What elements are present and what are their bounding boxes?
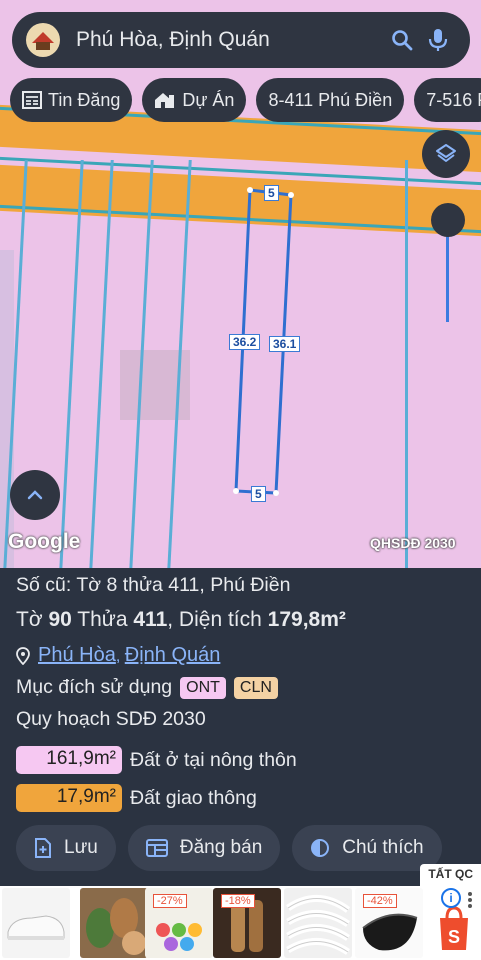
old-parcel-ref: Số cũ: Tờ 8 thửa 411, Phú Điền bbox=[16, 574, 291, 596]
location-separator: , bbox=[115, 648, 121, 665]
google-logo: Google bbox=[8, 530, 81, 553]
save-label: Lưu bbox=[64, 837, 98, 858]
discount-badge: -42% bbox=[363, 894, 397, 908]
filter-chips: Tin Đăng Dự Án 8-411 Phú Điền 7-516 P bbox=[10, 78, 481, 122]
chip-label: Tin Đăng bbox=[48, 89, 121, 110]
listing-icon bbox=[145, 839, 168, 857]
area-label: , Diện tích bbox=[167, 608, 262, 631]
ad-item[interactable] bbox=[284, 888, 352, 958]
sheet-label: Tờ bbox=[16, 608, 43, 631]
save-file-icon bbox=[35, 838, 51, 858]
post-sale-button[interactable]: Đăng bán bbox=[127, 825, 281, 871]
app-logo bbox=[26, 23, 60, 57]
edge-label-bottom: 5 bbox=[251, 486, 266, 502]
search-icon[interactable] bbox=[384, 22, 420, 58]
edge-label-right: 36.1 bbox=[269, 336, 301, 352]
expand-up-button[interactable] bbox=[10, 470, 60, 520]
chip-parcel-8-411[interactable]: 8-411 Phú Điền bbox=[256, 78, 405, 122]
newspaper-icon bbox=[22, 91, 42, 109]
location-pin-icon bbox=[16, 646, 30, 665]
area-label-traffic: Đất giao thông bbox=[130, 786, 257, 809]
purpose-row: Mục đích sử dụng ONT CLN bbox=[16, 676, 278, 699]
contrast-icon bbox=[311, 839, 330, 857]
edge-label-left: 36.2 bbox=[229, 334, 261, 350]
house-icon bbox=[155, 93, 175, 108]
plan-row-traffic: 17,9m² Đất giao thông bbox=[16, 784, 257, 812]
plan-row-residential: 161,9m² Đất ở tại nông thôn bbox=[16, 746, 297, 774]
tag-ont: ONT bbox=[180, 676, 226, 699]
post-sale-label: Đăng bán bbox=[179, 837, 263, 858]
commune-link[interactable]: Phú Hòa bbox=[38, 644, 116, 666]
edge-label-top: 5 bbox=[264, 185, 279, 201]
parcel-line bbox=[89, 160, 114, 570]
search-bar[interactable]: Phú Hòa, Định Quán bbox=[12, 12, 470, 68]
search-query[interactable]: Phú Hòa, Định Quán bbox=[76, 28, 384, 52]
lot-number: 411 bbox=[133, 608, 168, 631]
ad-item[interactable]: -27% bbox=[145, 888, 213, 958]
chip-label: 7-516 P bbox=[426, 89, 481, 110]
chip-du-an[interactable]: Dự Án bbox=[142, 78, 247, 122]
chip-parcel-7-516[interactable]: 7-516 P bbox=[414, 78, 481, 122]
save-button[interactable]: Lưu bbox=[16, 825, 116, 871]
lot-label: Thửa bbox=[77, 608, 128, 631]
ad-item[interactable]: -18% bbox=[213, 888, 281, 958]
area-value-residential: 161,9m² bbox=[16, 746, 122, 774]
close-ads-button[interactable]: TẤT QC bbox=[420, 864, 481, 886]
chip-label: Dự Án bbox=[182, 89, 235, 110]
tag-cln: CLN bbox=[233, 676, 278, 699]
area-value: 179,8m² bbox=[267, 608, 346, 631]
chip-tin-dang[interactable]: Tin Đăng bbox=[10, 78, 133, 122]
layer-name: QHSDĐ 2030 bbox=[370, 535, 456, 551]
ad-banner[interactable]: -27% -18% -42% S bbox=[0, 886, 481, 960]
sheet-number: 90 bbox=[48, 608, 72, 631]
parcel-info-panel: Số cũ: Tờ 8 thửa 411, Phú Điền Tờ 90 Thử… bbox=[0, 568, 481, 886]
ad-item[interactable] bbox=[2, 888, 70, 958]
discount-badge: -18% bbox=[221, 894, 255, 908]
district-link[interactable]: Định Quán bbox=[125, 644, 221, 666]
ad-item[interactable] bbox=[80, 888, 148, 958]
opacity-slider-knob[interactable] bbox=[431, 203, 465, 237]
microphone-icon[interactable] bbox=[420, 22, 456, 58]
purpose-label: Mục đích sử dụng bbox=[16, 676, 173, 698]
opacity-slider-track[interactable] bbox=[446, 222, 449, 322]
parcel-line bbox=[59, 160, 84, 570]
ad-info-icon[interactable]: i bbox=[441, 888, 461, 908]
svg-text:S: S bbox=[448, 927, 460, 947]
area-label-residential: Đất ở tại nông thôn bbox=[130, 748, 297, 771]
ad-item[interactable]: -42% bbox=[355, 888, 423, 958]
layers-icon bbox=[436, 144, 456, 162]
action-buttons: Lưu Đăng bán Chú thích bbox=[16, 825, 442, 871]
area-value-traffic: 17,9m² bbox=[16, 784, 122, 812]
parcel-summary: Tờ 90 Thửa 411, Diện tích 179,8m² bbox=[16, 608, 346, 632]
location-row: Phú Hòa, Định Quán bbox=[16, 644, 220, 667]
chip-label: 8-411 Phú Điền bbox=[268, 89, 393, 110]
discount-badge: -27% bbox=[153, 894, 187, 908]
layers-button[interactable] bbox=[422, 130, 470, 178]
parcel-line bbox=[405, 160, 408, 570]
chevron-up-icon bbox=[27, 490, 43, 500]
legend-label: Chú thích bbox=[342, 837, 424, 858]
legend-button[interactable]: Chú thích bbox=[292, 825, 442, 871]
plan-label: Quy hoạch SDĐ 2030 bbox=[16, 708, 206, 730]
